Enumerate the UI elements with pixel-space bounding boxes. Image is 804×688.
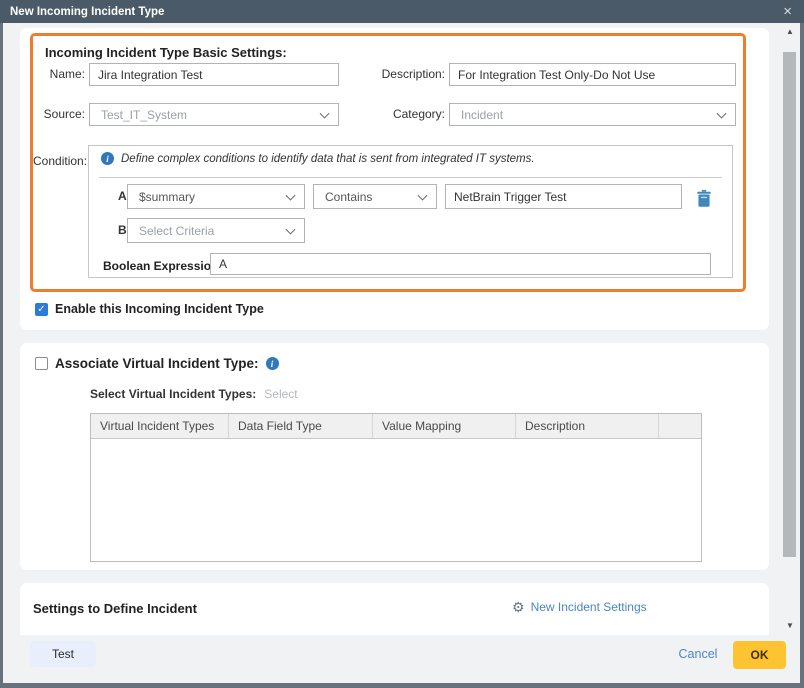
boolean-expression-label: Boolean Expression: (103, 255, 222, 277)
info-icon: i (266, 357, 279, 370)
chevron-down-icon (418, 190, 428, 200)
dialog-footer: Test Cancel OK (3, 635, 800, 683)
cancel-button[interactable]: Cancel (669, 647, 727, 661)
condition-label: Condition: (33, 150, 85, 173)
new-incident-settings-label: New Incident Settings (531, 600, 647, 614)
category-select[interactable]: Incident (449, 103, 736, 126)
condition-a-operator-value: Contains (325, 190, 372, 204)
column-header-empty (659, 414, 701, 438)
table-header-row: Virtual Incident Types Data Field Type V… (91, 414, 701, 439)
column-header-data-field-type: Data Field Type (229, 414, 373, 438)
associate-virtual-checkbox-row[interactable]: Associate Virtual Incident Type: i (35, 356, 279, 371)
column-header-virtual-incident-types: Virtual Incident Types (91, 414, 229, 438)
condition-row-a-key: A (118, 184, 127, 209)
description-input[interactable] (449, 63, 736, 86)
enable-incident-type-label: Enable this Incoming Incident Type (55, 302, 264, 316)
scrollbar-thumb[interactable] (783, 52, 796, 557)
condition-box: i Define complex conditions to identify … (88, 145, 733, 278)
select-virtual-types-label: Select Virtual Incident Types: (90, 387, 256, 401)
name-input[interactable] (89, 63, 339, 86)
define-incident-card: Settings to Define Incident ⚙ New Incide… (20, 583, 769, 635)
dialog-content: Incoming Incident Type Basic Settings: N… (3, 23, 800, 683)
source-label: Source: (33, 103, 85, 126)
condition-a-criteria-select[interactable]: $summary (127, 184, 305, 209)
trash-icon[interactable] (695, 189, 713, 209)
dialog-window: New Incoming Incident Type × Incoming In… (0, 0, 804, 688)
chevron-down-icon (286, 224, 296, 234)
source-select[interactable]: Test_IT_System (89, 103, 339, 126)
condition-hint-row: i Define complex conditions to identify … (101, 152, 535, 165)
condition-b-criteria-select[interactable]: Select Criteria (127, 218, 305, 243)
column-header-description: Description (516, 414, 659, 438)
dialog-title: New Incoming Incident Type (10, 6, 164, 18)
enable-incident-type-checkbox-row[interactable]: ✓ Enable this Incoming Incident Type (35, 302, 264, 316)
ok-button[interactable]: OK (733, 641, 786, 669)
boolean-expression-input[interactable] (210, 253, 711, 275)
scroll-up-icon[interactable]: ▲ (780, 25, 800, 39)
select-virtual-types-row: Select Virtual Incident Types: Select (90, 387, 298, 401)
condition-a-criteria-value: $summary (139, 190, 195, 204)
gear-icon: ⚙ (512, 600, 525, 614)
define-incident-heading: Settings to Define Incident (33, 601, 197, 616)
test-button[interactable]: Test (30, 641, 96, 667)
category-label: Category: (363, 103, 445, 126)
checkbox-unchecked-icon[interactable] (35, 357, 48, 370)
close-icon[interactable]: × (781, 4, 794, 19)
category-select-value: Incident (461, 108, 503, 122)
new-incident-settings-link[interactable]: ⚙ New Incident Settings (512, 600, 647, 614)
condition-a-operator-select[interactable]: Contains (313, 184, 437, 209)
condition-hint-text: Define complex conditions to identify da… (121, 153, 535, 165)
dialog-titlebar: New Incoming Incident Type × (0, 0, 804, 23)
condition-b-criteria-value: Select Criteria (139, 224, 214, 238)
vertical-scrollbar: ▲ ▼ (780, 25, 800, 633)
associate-virtual-label: Associate Virtual Incident Type: (55, 356, 259, 371)
divider (99, 177, 722, 178)
checkbox-checked-icon[interactable]: ✓ (35, 303, 48, 316)
column-header-value-mapping: Value Mapping (373, 414, 516, 438)
chevron-down-icon (717, 108, 727, 118)
basic-settings-highlight-box: Incoming Incident Type Basic Settings: N… (30, 33, 746, 292)
select-virtual-types-link[interactable]: Select (264, 387, 297, 401)
description-label: Description: (363, 63, 445, 86)
chevron-down-icon (286, 190, 296, 200)
source-select-value: Test_IT_System (101, 108, 187, 122)
condition-a-value-input[interactable] (445, 184, 682, 209)
basic-settings-heading: Incoming Incident Type Basic Settings: (45, 45, 287, 60)
chevron-down-icon (320, 108, 330, 118)
name-label: Name: (33, 63, 85, 86)
virtual-incident-table: Virtual Incident Types Data Field Type V… (90, 413, 702, 562)
condition-row-b-key: B (118, 218, 127, 243)
scroll-down-icon[interactable]: ▼ (780, 619, 800, 633)
info-icon: i (101, 152, 114, 165)
virtual-incident-card: Associate Virtual Incident Type: i Selec… (20, 343, 769, 570)
basic-settings-card: Incoming Incident Type Basic Settings: N… (20, 28, 769, 330)
